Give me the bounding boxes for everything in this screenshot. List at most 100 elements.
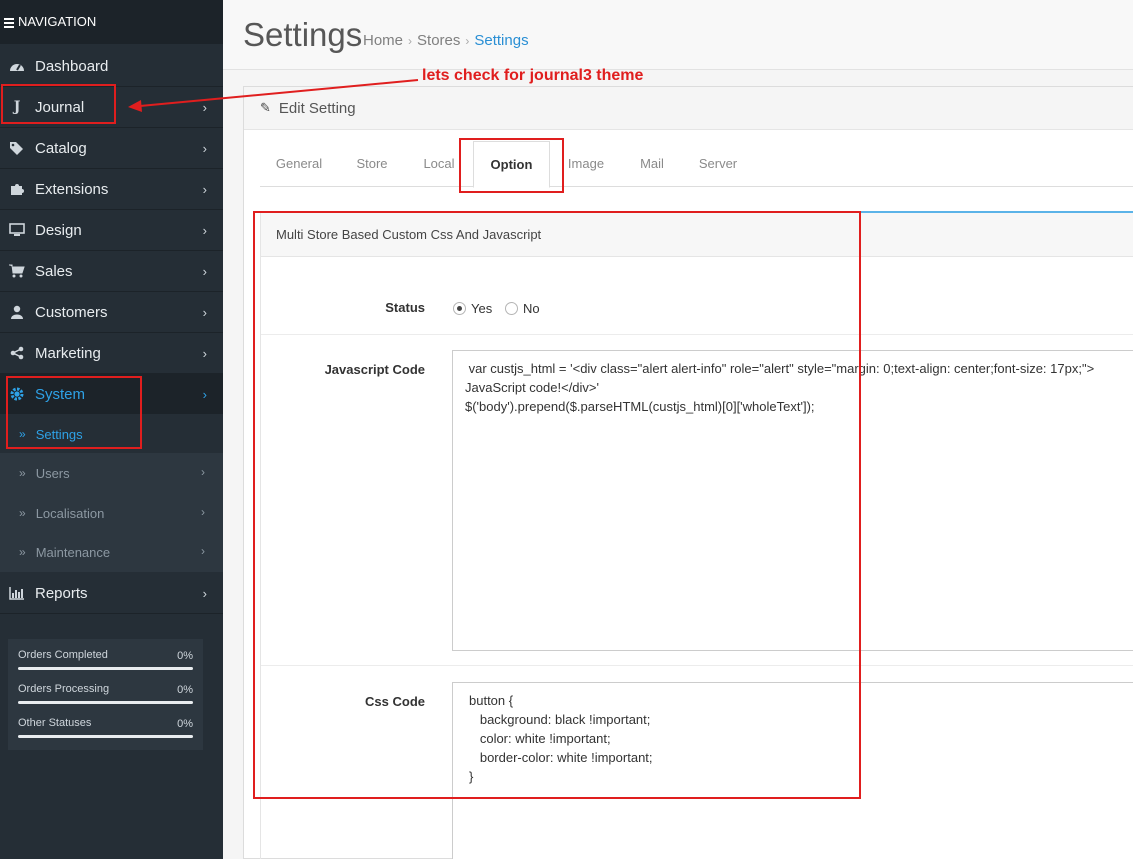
sidebar: NAVIGATION Dashboard J Journal › Catalog… <box>0 0 223 859</box>
tab-general[interactable]: General <box>260 141 338 187</box>
css-code-textarea[interactable]: button { background: black !important; c… <box>452 682 1133 859</box>
tab-option[interactable]: Option <box>473 141 550 188</box>
gear-icon <box>9 386 25 402</box>
nav-header[interactable]: NAVIGATION <box>0 0 223 44</box>
sidebar-item-label: Design <box>35 221 82 239</box>
sidebar-item-label: Reports <box>35 584 88 602</box>
breadcrumb-home[interactable]: Home <box>363 32 403 50</box>
sidebar-item-label: System <box>35 385 86 403</box>
css-label: Css Code <box>365 694 425 709</box>
chevron-right-icon: › <box>201 505 205 519</box>
stat-other-statuses: Other Statuses 0% <box>18 717 193 751</box>
section-title: Multi Store Based Custom Css And Javascr… <box>261 213 1133 257</box>
radio-empty-icon <box>505 302 518 315</box>
panel-heading-title: Edit Setting <box>278 99 356 117</box>
chevron-right-icon: › <box>202 586 207 601</box>
sidebar-subitem-users[interactable]: » Users › <box>0 453 223 493</box>
status-yes-radio[interactable]: Yes <box>453 301 492 316</box>
chevron-right-icon: › <box>202 305 207 320</box>
sidebar-subitem-label: Localisation <box>35 505 105 521</box>
tab-store[interactable]: Store <box>338 141 406 187</box>
status-label: Status <box>385 300 425 315</box>
edit-setting-panel: ✎ Edit Setting General Store Local Optio… <box>243 86 1133 859</box>
stat-label: Orders Processing <box>18 683 110 695</box>
stat-label: Other Statuses <box>18 717 92 729</box>
sidebar-item-label: Marketing <box>35 344 101 362</box>
javascript-code-textarea[interactable]: var custjs_html = '<div class="alert ale… <box>452 350 1133 651</box>
custom-css-js-section: Multi Store Based Custom Css And Javascr… <box>260 211 1133 859</box>
sidebar-item-marketing[interactable]: Marketing › <box>0 333 223 374</box>
sidebar-item-label: Extensions <box>35 180 109 198</box>
sidebar-item-design[interactable]: Design › <box>0 210 223 251</box>
chevron-right-icon: › <box>201 465 205 479</box>
sidebar-item-extensions[interactable]: Extensions › <box>0 169 223 210</box>
nav-header-label: NAVIGATION <box>18 14 97 29</box>
chevron-right-icon: › <box>202 223 207 238</box>
sidebar-item-dashboard[interactable]: Dashboard <box>0 46 223 87</box>
sidebar-item-label: Customers <box>35 303 108 321</box>
sidebar-item-sales[interactable]: Sales › <box>0 251 223 292</box>
tab-server[interactable]: Server <box>682 141 754 187</box>
breadcrumb-settings[interactable]: Settings <box>474 32 528 50</box>
chevron-right-icon: › <box>202 182 207 197</box>
sidebar-item-journal[interactable]: J Journal › <box>0 87 223 128</box>
stat-value: 0% <box>177 650 193 662</box>
desktop-icon <box>9 222 25 238</box>
sidebar-subitem-label: Settings <box>35 426 83 442</box>
pencil-icon: ✎ <box>260 100 271 115</box>
javascript-label: Javascript Code <box>324 362 425 377</box>
radio-label: No <box>523 301 540 316</box>
stat-orders-processing: Orders Processing 0% <box>18 683 193 717</box>
chevron-right-icon: › <box>202 264 207 279</box>
double-chevron-icon: » <box>19 506 26 520</box>
radio-selected-icon <box>453 302 466 315</box>
dashboard-icon <box>9 58 25 74</box>
javascript-row: Javascript Code var custjs_html = '<div … <box>261 335 1133 666</box>
tab-mail[interactable]: Mail <box>622 141 682 187</box>
settings-tabs: General Store Local Option Image Mail Se… <box>260 141 1133 188</box>
chevron-right-icon: › <box>202 387 207 402</box>
double-chevron-icon: » <box>19 427 26 441</box>
puzzle-icon <box>9 181 25 197</box>
tab-local[interactable]: Local <box>406 141 472 187</box>
sidebar-item-reports[interactable]: Reports › <box>0 573 223 614</box>
chevron-right-icon: › <box>201 544 205 558</box>
status-no-radio[interactable]: No <box>505 301 540 316</box>
sidebar-subitem-label: Users <box>35 465 70 481</box>
stat-value: 0% <box>177 684 193 696</box>
sidebar-item-system[interactable]: System › <box>0 374 223 415</box>
stat-label: Orders Completed <box>18 649 108 661</box>
sidebar-subitem-maintenance[interactable]: » Maintenance › <box>0 532 223 572</box>
stat-value: 0% <box>177 718 193 730</box>
css-row: Css Code button { background: black !imp… <box>261 666 1133 859</box>
sidebar-item-customers[interactable]: Customers › <box>0 292 223 333</box>
cart-icon <box>9 263 25 279</box>
progress-bar <box>18 701 193 704</box>
sidebar-subitem-label: Maintenance <box>35 544 111 560</box>
stat-orders-completed: Orders Completed 0% <box>18 649 193 683</box>
main-content: Settings Home › Stores › Settings ✎ Edit… <box>223 0 1133 859</box>
order-stats: Orders Completed 0% Orders Processing 0%… <box>8 639 203 750</box>
sidebar-item-label: Catalog <box>35 139 87 157</box>
chevron-right-icon: › <box>202 100 207 115</box>
user-icon <box>9 304 25 320</box>
progress-bar <box>18 735 193 738</box>
journal-icon: J <box>13 99 21 115</box>
share-icon <box>9 345 25 361</box>
sidebar-subitem-settings[interactable]: » Settings <box>0 414 223 454</box>
sidebar-item-catalog[interactable]: Catalog › <box>0 128 223 169</box>
sidebar-item-label: Dashboard <box>35 57 109 75</box>
breadcrumb-separator: › <box>408 34 413 48</box>
page-header: Settings Home › Stores › Settings <box>223 0 1133 70</box>
sidebar-item-label: Sales <box>35 262 73 280</box>
sidebar-subitem-localisation[interactable]: » Localisation › <box>0 493 223 533</box>
tab-image[interactable]: Image <box>550 141 622 187</box>
radio-label: Yes <box>471 301 493 316</box>
progress-bar <box>18 667 193 670</box>
double-chevron-icon: » <box>19 466 26 480</box>
status-row: Status Yes No <box>261 259 1133 335</box>
page-title: Settings <box>243 16 363 53</box>
sidebar-item-label: Journal <box>35 98 85 116</box>
double-chevron-icon: » <box>19 545 26 559</box>
breadcrumb-stores[interactable]: Stores <box>417 32 460 50</box>
